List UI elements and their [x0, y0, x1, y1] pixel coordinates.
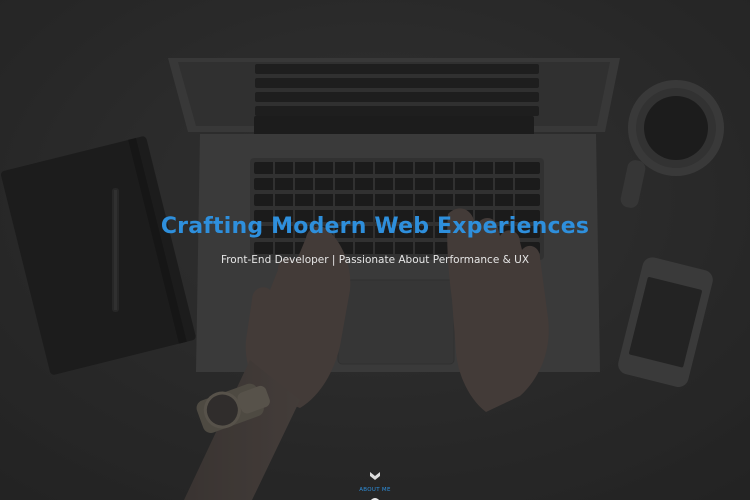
scroll-label: ABOUT ME — [359, 487, 391, 493]
hero-overlay — [0, 0, 750, 500]
hero-title: Crafting Modern Web Experiences — [160, 214, 590, 239]
scroll-to-about-link[interactable]: ABOUT ME — [343, 470, 407, 500]
scroll-indicator-icon — [370, 498, 380, 500]
chevron-down-icon — [370, 472, 380, 480]
hero-subtitle: Front-End Developer | Passionate About P… — [220, 254, 530, 266]
hero-section: Crafting Modern Web Experiences Front-En… — [0, 0, 750, 500]
